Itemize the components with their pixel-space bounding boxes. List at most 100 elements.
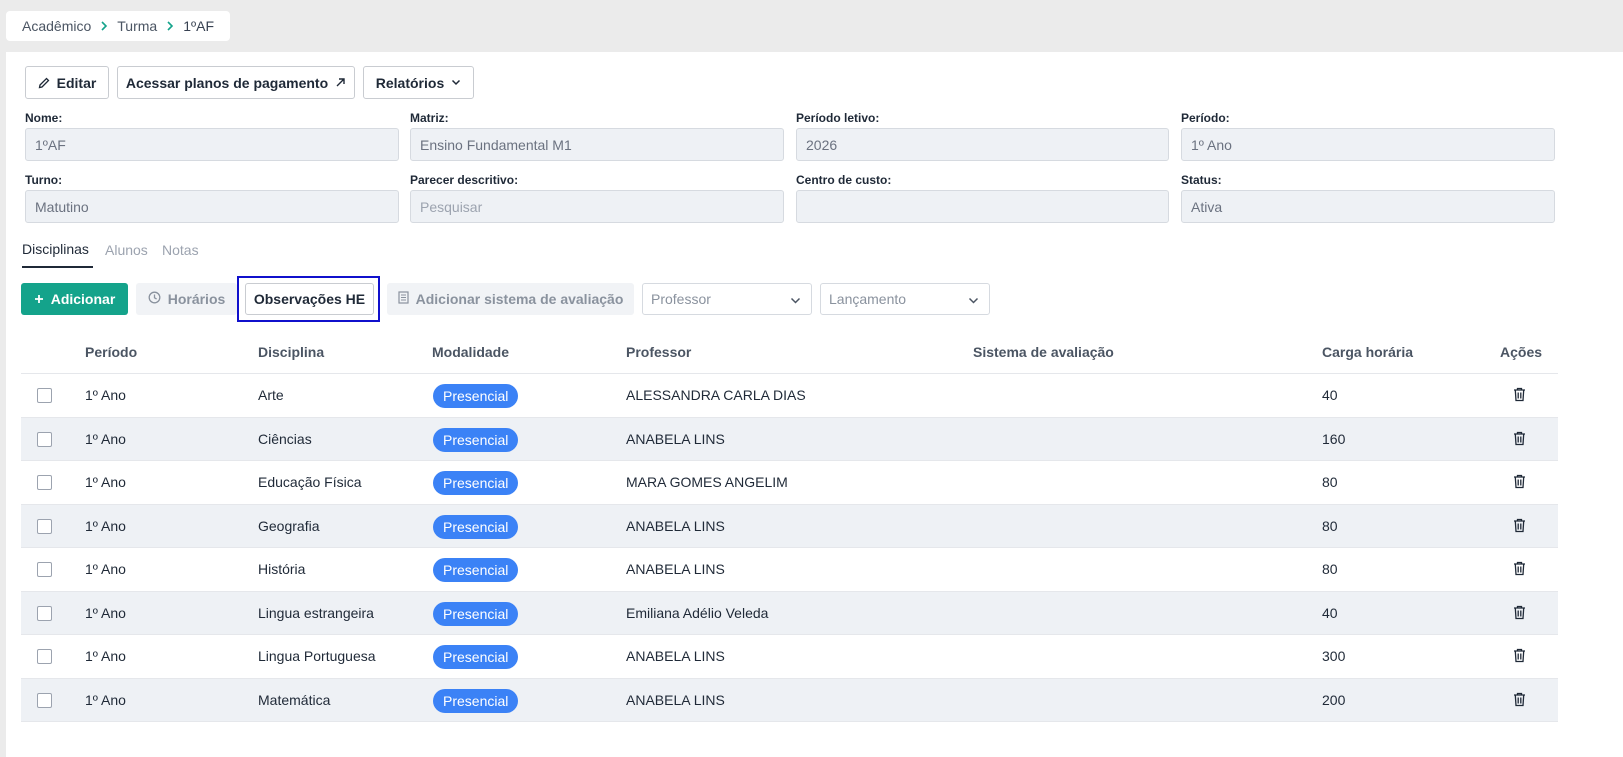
cell-professor: Emiliana Adélio Veleda bbox=[626, 604, 769, 621]
launch-select[interactable]: Lançamento bbox=[820, 283, 990, 315]
trash-icon[interactable] bbox=[1513, 387, 1526, 407]
table-row: 1º Ano Matemática Presencial ANABELA LINS 20… bbox=[21, 678, 1558, 722]
trash-icon[interactable] bbox=[1513, 474, 1526, 494]
centro-custo-label: Centro de custo: bbox=[796, 173, 892, 187]
header-periodo: Período bbox=[85, 344, 138, 360]
cell-professor: ANABELA LINS bbox=[626, 430, 725, 447]
trash-icon[interactable] bbox=[1513, 561, 1526, 581]
cell-professor: ANABELA LINS bbox=[626, 648, 725, 664]
tab-disciplinas[interactable]: Disciplinas bbox=[22, 241, 89, 257]
breadcrumb: Acadêmico Turma 1ºAF bbox=[6, 11, 230, 41]
external-arrow-icon bbox=[335, 77, 346, 88]
cell-periodo: 1º Ano bbox=[85, 691, 126, 708]
table-row: 1º Ano Educação Física Presencial MARA GOME… bbox=[21, 461, 1558, 505]
nome-field[interactable]: 1ºAF bbox=[25, 128, 399, 161]
reports-dropdown[interactable]: Relatórios bbox=[363, 66, 474, 99]
row-checkbox[interactable] bbox=[37, 562, 52, 577]
document-icon bbox=[398, 291, 409, 307]
periodo-letivo-field[interactable]: 2026 bbox=[796, 128, 1169, 161]
cell-carga-horaria: 80 bbox=[1322, 474, 1338, 490]
chevron-right-icon bbox=[100, 21, 108, 31]
cell-professor: ANABELA LINS bbox=[626, 517, 725, 534]
row-checkbox[interactable] bbox=[37, 518, 52, 534]
modalidade-badge: Presencial bbox=[433, 645, 519, 669]
table-row: 1º Ano Geografia Presencial ANABELA LINS 80 bbox=[21, 504, 1558, 548]
cell-periodo: 1º Ano bbox=[85, 474, 126, 490]
tab-notas[interactable]: Notas bbox=[162, 242, 199, 258]
table-row: 1º Ano Lingua Portuguesa Presencial ANABELA… bbox=[21, 635, 1558, 679]
professor-select[interactable]: Professor bbox=[642, 283, 812, 315]
row-checkbox[interactable] bbox=[37, 388, 52, 403]
row-checkbox[interactable] bbox=[37, 431, 52, 447]
status-field[interactable]: Ativa bbox=[1181, 190, 1555, 223]
header-acoes: Ações bbox=[1500, 344, 1543, 360]
cell-disciplina: Arte bbox=[258, 387, 284, 403]
cell-periodo: 1º Ano bbox=[85, 604, 126, 621]
header-sistema-avaliacao: Sistema de avaliação bbox=[973, 344, 1114, 360]
row-checkbox[interactable] bbox=[37, 692, 52, 708]
cell-carga-horaria: 40 bbox=[1322, 387, 1338, 403]
cell-disciplina: Educação Física bbox=[258, 474, 362, 490]
add-button[interactable]: Adicionar bbox=[21, 283, 128, 315]
disciplines-table: Período Disciplina Modalidade Professor … bbox=[21, 330, 1558, 722]
row-checkbox[interactable] bbox=[37, 475, 52, 490]
table-row: 1º Ano Arte Presencial ALESSANDRA CARLA DIA… bbox=[21, 374, 1558, 418]
centro-custo-field[interactable] bbox=[796, 190, 1169, 223]
cell-disciplina: Lingua Portuguesa bbox=[258, 648, 376, 664]
trash-icon[interactable] bbox=[1513, 692, 1526, 712]
header-professor: Professor bbox=[626, 344, 692, 360]
cell-disciplina: Lingua estrangeira bbox=[258, 604, 374, 621]
row-checkbox[interactable] bbox=[37, 649, 52, 664]
cell-professor: ANABELA LINS bbox=[626, 561, 725, 577]
modalidade-badge: Presencial bbox=[433, 514, 519, 539]
tab-alunos[interactable]: Alunos bbox=[105, 242, 148, 258]
cell-disciplina: Matemática bbox=[258, 691, 331, 708]
breadcrumb-item-academico[interactable]: Acadêmico bbox=[22, 18, 91, 34]
trash-icon[interactable] bbox=[1513, 518, 1526, 538]
header-modalidade: Modalidade bbox=[432, 344, 510, 360]
add-evaluation-system-button[interactable]: Adicionar sistema de avaliação bbox=[387, 283, 634, 315]
periodo-field[interactable]: 1º Ano bbox=[1181, 128, 1555, 161]
cell-periodo: 1º Ano bbox=[85, 430, 126, 447]
edit-button[interactable]: Editar bbox=[25, 66, 109, 99]
trash-icon[interactable] bbox=[1513, 605, 1526, 625]
parecer-label: Parecer descritivo: bbox=[410, 173, 519, 187]
cell-carga-horaria: 300 bbox=[1322, 648, 1346, 664]
matriz-label: Matriz: bbox=[410, 111, 449, 125]
chevron-down-icon bbox=[790, 291, 801, 307]
cell-carga-horaria: 40 bbox=[1322, 604, 1338, 621]
schedules-button[interactable]: Horários bbox=[136, 283, 237, 315]
cell-carga-horaria: 200 bbox=[1322, 691, 1346, 708]
breadcrumb-item-turma[interactable]: Turma bbox=[117, 18, 157, 34]
turno-field[interactable]: Matutino bbox=[25, 190, 399, 223]
pencil-icon bbox=[38, 77, 50, 89]
parecer-search-field[interactable]: Pesquisar bbox=[410, 190, 784, 223]
cell-disciplina: Geografia bbox=[258, 517, 320, 534]
status-label: Status: bbox=[1181, 173, 1222, 187]
modalidade-badge: Presencial bbox=[433, 427, 519, 452]
cell-disciplina: Ciências bbox=[258, 430, 312, 447]
periodo-letivo-label: Período letivo: bbox=[796, 111, 880, 125]
nome-label: Nome: bbox=[25, 111, 63, 125]
modalidade-badge: Presencial bbox=[433, 471, 519, 495]
observations-he-button[interactable]: Observações HE bbox=[245, 283, 374, 315]
cell-professor: ALESSANDRA CARLA DIAS bbox=[626, 387, 806, 403]
trash-icon[interactable] bbox=[1513, 648, 1526, 668]
cell-periodo: 1º Ano bbox=[85, 517, 126, 534]
chevron-right-icon bbox=[166, 21, 174, 31]
chevron-down-icon bbox=[968, 291, 979, 307]
header-carga-horaria: Carga horária bbox=[1322, 344, 1414, 360]
cell-disciplina: História bbox=[258, 561, 306, 577]
breadcrumb-item-current: 1ºAF bbox=[183, 18, 214, 34]
turno-label: Turno: bbox=[25, 173, 63, 187]
table-row: 1º Ano História Presencial ANABELA LINS 80 bbox=[21, 548, 1558, 592]
modalidade-badge: Presencial bbox=[433, 601, 519, 626]
header-disciplina: Disciplina bbox=[258, 344, 325, 360]
matriz-field[interactable]: Ensino Fundamental M1 bbox=[410, 128, 784, 161]
cell-carga-horaria: 80 bbox=[1322, 517, 1338, 534]
cell-periodo: 1º Ano bbox=[85, 648, 126, 664]
row-checkbox[interactable] bbox=[37, 605, 52, 621]
trash-icon[interactable] bbox=[1513, 431, 1526, 451]
plus-icon bbox=[34, 291, 44, 307]
payment-plans-button[interactable]: Acessar planos de pagamento bbox=[117, 66, 355, 99]
